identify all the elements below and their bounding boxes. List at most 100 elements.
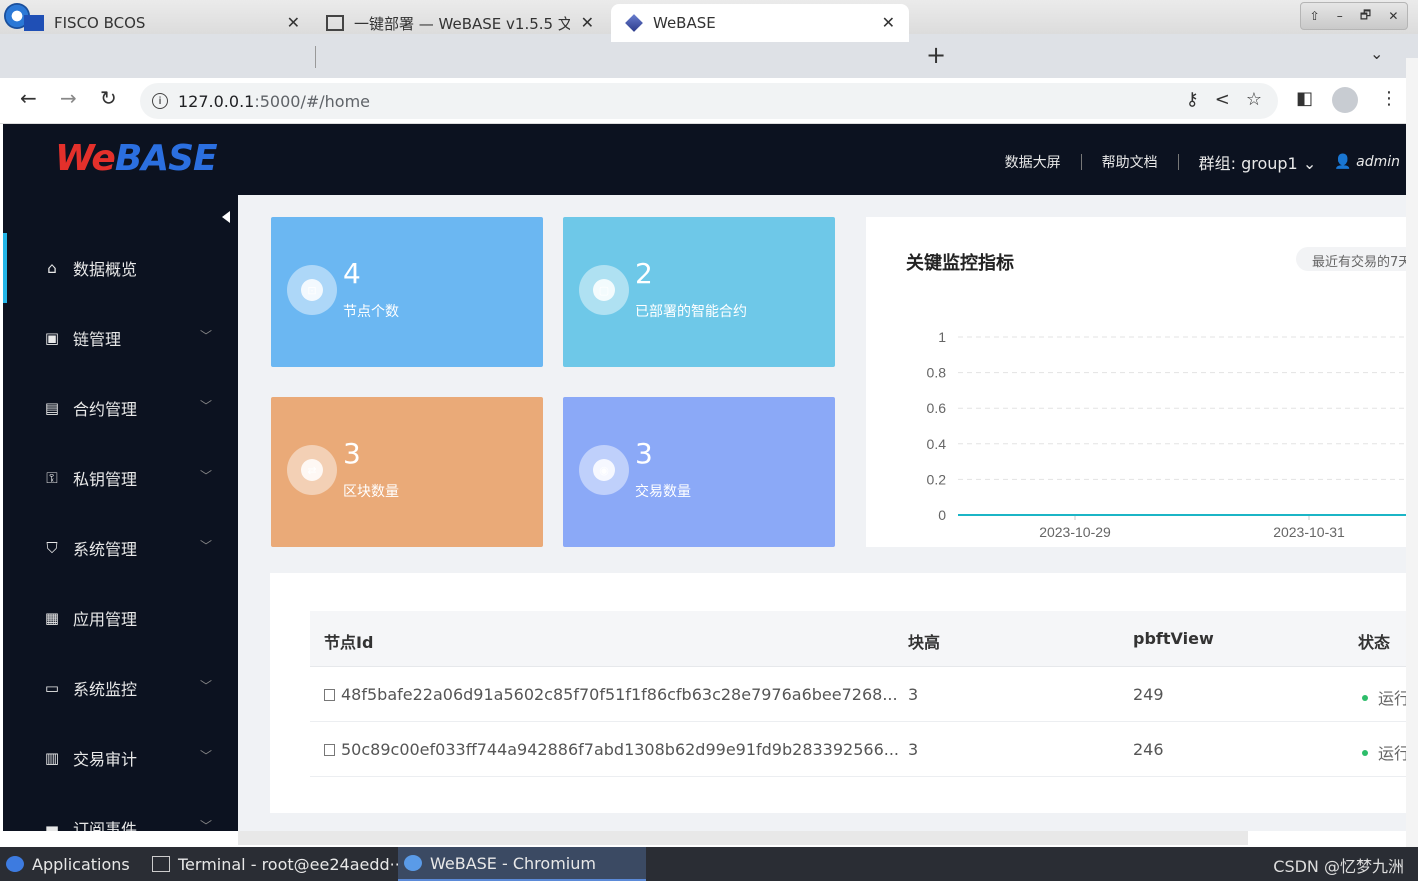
chevron-down-icon: ﹀ bbox=[199, 539, 212, 553]
copy-icon[interactable] bbox=[324, 689, 335, 701]
webase-logo[interactable]: WeBASE bbox=[55, 138, 218, 179]
subscribe-icon: ▬ bbox=[44, 819, 60, 831]
y-tick-label: 0.4 bbox=[927, 436, 947, 452]
card-glyph: ▢ bbox=[593, 279, 615, 301]
horizontal-scrollbar[interactable] bbox=[238, 831, 1248, 845]
sidebar-item-9[interactable]: ▬ 订阅事件 ﹀ bbox=[3, 793, 238, 831]
kpi-line-chart: 00.20.40.60.812023-10-292023-10-312023-1… bbox=[927, 329, 1406, 540]
taskbar-terminal[interactable]: Terminal - root@ee24aedd··· bbox=[152, 847, 405, 881]
share-icon[interactable]: < bbox=[1215, 89, 1230, 110]
status-text: 运行 bbox=[1378, 744, 1406, 763]
tab-fisco-bcos[interactable]: FISCO BCOS ✕ bbox=[24, 4, 314, 42]
status-cell: 运行 bbox=[1362, 685, 1406, 709]
applications-menu[interactable]: Applications bbox=[6, 847, 130, 881]
sidebar-item-2[interactable]: ▣ 链管理 ﹀ bbox=[3, 303, 238, 373]
status-dot-icon bbox=[1362, 695, 1368, 701]
table-header: 节点Id 块高 pbftView 状态 bbox=[310, 611, 1406, 667]
contract-icon: ▢ bbox=[579, 265, 629, 315]
tab-close-icon[interactable]: ✕ bbox=[287, 13, 300, 32]
address-bar[interactable]: i 127.0.0.1:5000/#/home ⚷ < ☆ bbox=[140, 83, 1278, 119]
sidebar-item-label: 应用管理 bbox=[73, 610, 138, 629]
forward-arrow-icon[interactable]: → bbox=[60, 86, 77, 110]
card-node-count[interactable]: ⊡ 4 节点个数 bbox=[271, 217, 543, 367]
copy-icon[interactable] bbox=[324, 744, 335, 756]
block-height-cell: 3 bbox=[908, 685, 919, 704]
chevron-down-icon: ﹀ bbox=[199, 469, 212, 483]
window-close-button[interactable]: ✕ bbox=[1388, 9, 1398, 23]
sidebar-item-6[interactable]: ▦ 应用管理 bbox=[3, 583, 238, 653]
card-label: 区块数量 bbox=[343, 484, 399, 500]
node-icon: ⊡ bbox=[287, 265, 337, 315]
site-info-icon[interactable]: i bbox=[152, 93, 168, 109]
user-menu[interactable]: 👤 admin bbox=[1334, 154, 1400, 170]
y-tick-label: 0 bbox=[938, 507, 946, 523]
desktop-taskbar: Applications Terminal - root@ee24aedd···… bbox=[0, 847, 1418, 881]
reload-icon[interactable]: ↻ bbox=[100, 86, 117, 110]
chevron-down-icon: ﹀ bbox=[199, 749, 212, 763]
tab-label: FISCO BCOS bbox=[54, 14, 146, 32]
tab-close-icon[interactable]: ✕ bbox=[882, 13, 895, 32]
contract-icon: ▤ bbox=[44, 399, 60, 417]
sidebar-item-7[interactable]: ▭ 系统监控 ﹀ bbox=[3, 653, 238, 723]
key-icon[interactable]: ⚷ bbox=[1186, 89, 1199, 110]
sidebar-item-1[interactable]: ⌂ 数据概览 bbox=[3, 233, 238, 303]
tab-webase-docs[interactable]: 一键部署 — WeBASE v1.5.5 文 ✕ bbox=[326, 4, 608, 42]
card-glyph: ⇄ bbox=[301, 459, 323, 481]
browser-menu-icon[interactable]: ⋮ bbox=[1380, 88, 1398, 109]
sidebar-item-label: 订阅事件 bbox=[73, 820, 138, 831]
monitor-range-selector[interactable]: 最近有交易的7天 bbox=[1296, 247, 1406, 271]
back-arrow-icon[interactable]: ← bbox=[20, 86, 37, 110]
window-edge bbox=[1406, 58, 1418, 848]
tab-close-icon[interactable]: ✕ bbox=[581, 13, 594, 32]
terminal-label: Terminal - root@ee24aedd··· bbox=[178, 854, 405, 874]
column-header-height: 块高 bbox=[908, 633, 941, 652]
fisco-icon bbox=[24, 15, 44, 31]
column-header-pbft-view: pbftView bbox=[1133, 629, 1214, 648]
chevron-down-icon: ﹀ bbox=[199, 679, 212, 693]
card-glyph: ◉ bbox=[593, 459, 615, 481]
user-name: admin bbox=[1356, 154, 1400, 170]
sidebar-item-label: 系统管理 bbox=[73, 540, 138, 559]
window-minimize-button[interactable]: – bbox=[1337, 9, 1343, 23]
sidebar-item-8[interactable]: ▥ 交易审计 ﹀ bbox=[3, 723, 238, 793]
help-docs-link[interactable]: 帮助文档 bbox=[1102, 152, 1158, 172]
sidebar-item-4[interactable]: ⚿ 私钥管理 ﹀ bbox=[3, 443, 238, 513]
terminal-icon bbox=[152, 856, 170, 872]
chevron-down-icon: ⌄ bbox=[1302, 154, 1317, 173]
group-selector[interactable]: 群组: group1 ⌄ bbox=[1199, 150, 1317, 174]
chromium-label: WeBASE - Chromium bbox=[430, 853, 596, 873]
card-contract-count[interactable]: ▢ 2 已部署的智能合约 bbox=[563, 217, 835, 367]
window-maximize-button[interactable]: 🗗 bbox=[1360, 6, 1371, 27]
profile-avatar-icon[interactable] bbox=[1332, 87, 1358, 113]
tab-webase[interactable]: WeBASE ✕ bbox=[611, 4, 909, 42]
tab-label: 一键部署 — WeBASE v1.5.5 文 bbox=[354, 14, 570, 33]
new-tab-button[interactable]: + bbox=[926, 41, 946, 69]
tab-search-chevron-icon[interactable]: ⌄ bbox=[1370, 44, 1383, 63]
chromium-icon bbox=[404, 855, 422, 871]
bookmark-star-icon[interactable]: ☆ bbox=[1246, 89, 1262, 110]
data-screen-link[interactable]: 数据大屏 bbox=[1005, 152, 1061, 172]
card-label: 节点个数 bbox=[343, 304, 399, 320]
sidebar-item-3[interactable]: ▤ 合约管理 ﹀ bbox=[3, 373, 238, 443]
card-transaction-count[interactable]: ◉ 3 交易数量 bbox=[563, 397, 835, 547]
sidebar-collapse-icon[interactable] bbox=[222, 211, 230, 223]
apps-icon: ▦ bbox=[44, 609, 60, 627]
url-host: 127.0.0.1 bbox=[178, 91, 255, 111]
status-text: 运行 bbox=[1378, 689, 1406, 708]
sidebar-item-label: 系统监控 bbox=[73, 680, 138, 699]
sidebar-item-5[interactable]: ⛉ 系统管理 ﹀ bbox=[3, 513, 238, 583]
sidebar-item-label: 合约管理 bbox=[73, 400, 138, 419]
browser-toolbar: ← → ↻ i 127.0.0.1:5000/#/home ⚷ < ☆ ◧ ⋮ bbox=[0, 78, 1418, 124]
y-tick-label: 0.6 bbox=[927, 400, 947, 416]
node-id-cell[interactable]: 50c89c00ef033ff744a942886f7abd1308b62d99… bbox=[324, 740, 899, 759]
side-panel-icon[interactable]: ◧ bbox=[1296, 88, 1313, 109]
home-icon: ⌂ bbox=[47, 259, 57, 277]
chain-icon: ▣ bbox=[44, 329, 60, 347]
card-block-count[interactable]: ⇄ 3 区块数量 bbox=[271, 397, 543, 547]
node-id-cell[interactable]: 48f5bafe22a06d91a5602c85f70f51f1f86cfb63… bbox=[324, 685, 898, 704]
card-value: 3 bbox=[635, 437, 653, 470]
monitor-chart-card: 关键监控指标 最近有交易的7天 0 0.2 0.4 0.6 0.8 1 2023-10-29… bbox=[866, 217, 1406, 547]
taskbar-chromium[interactable]: WeBASE - Chromium bbox=[398, 847, 646, 881]
chevron-down-icon: ﹀ bbox=[199, 329, 212, 343]
window-shade-button[interactable]: ⇧ bbox=[1310, 9, 1320, 23]
